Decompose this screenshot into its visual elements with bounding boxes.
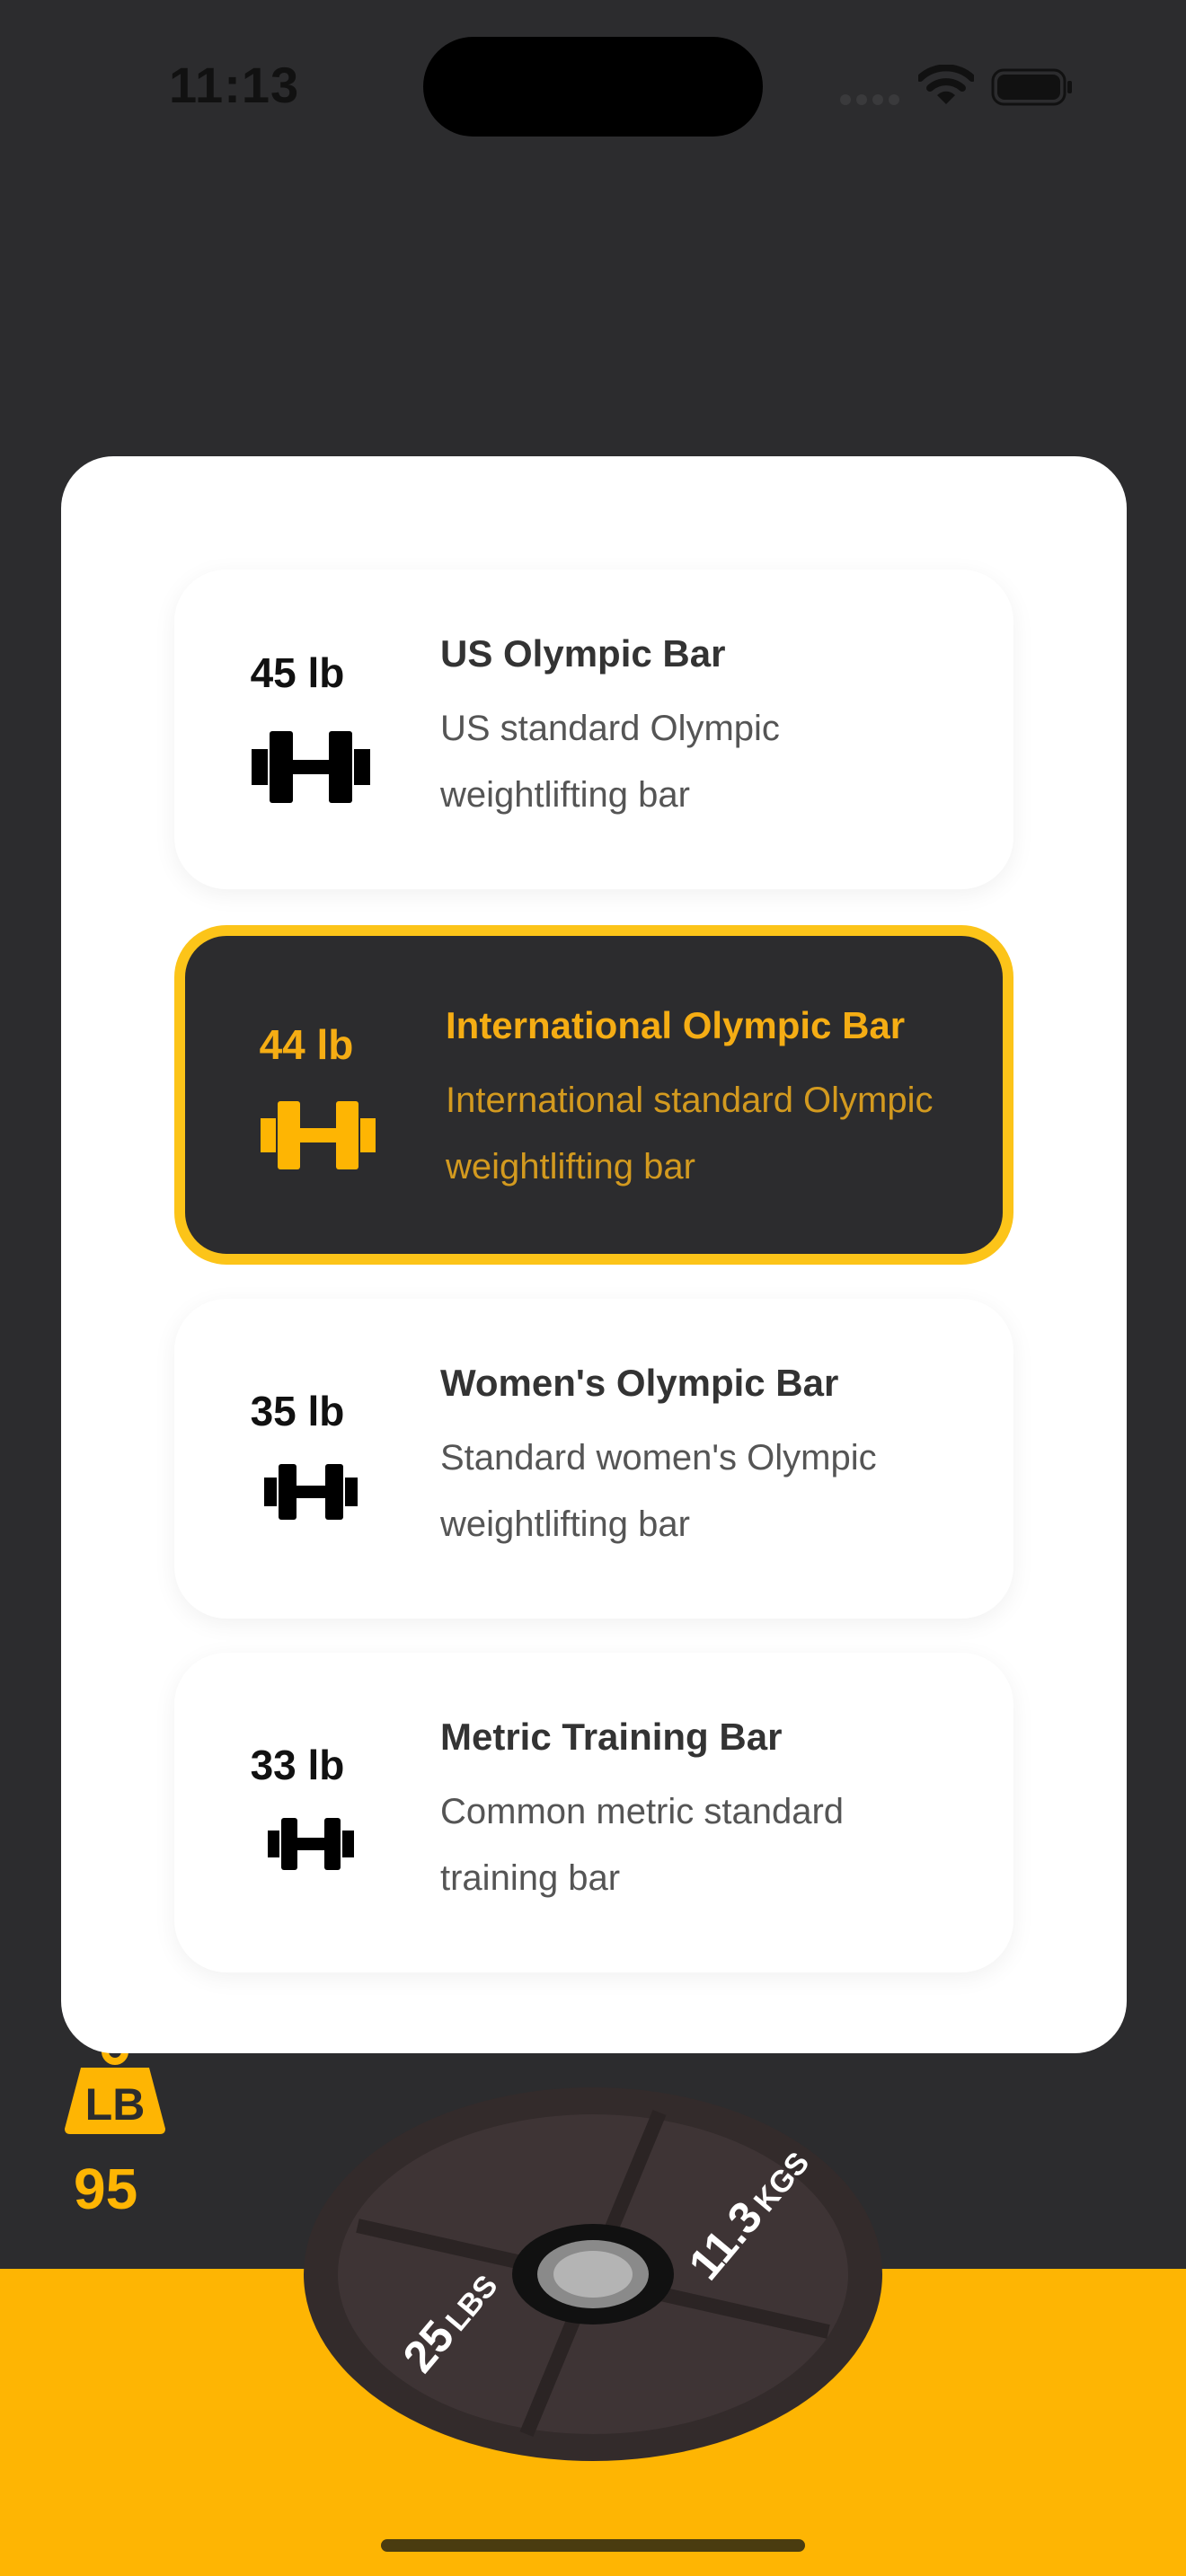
bar-weight: 33 lb [250, 1742, 345, 1788]
bar-title: International Olympic Bar [446, 1004, 906, 1046]
barbell-icon [252, 731, 370, 803]
total-weight-value: 95 [74, 2157, 138, 2221]
bar-description: US standard Olympic weightlifting bar [440, 709, 780, 815]
bar-option-metric-training[interactable]: 33 lb Metric Training Bar Common metric … [174, 1653, 1013, 1972]
bar-description: International standard Olympic weightlif… [446, 1081, 934, 1187]
barbell-icon [261, 1101, 376, 1169]
kettlebell-weight-icon: LB [65, 2039, 165, 2134]
status-time: 11:13 [169, 57, 300, 113]
home-indicator[interactable] [381, 2539, 805, 2552]
unit-label: LB [85, 2079, 146, 2130]
bar-option-womens-olympic[interactable]: 35 lb Women's Olympic Bar Standard women… [174, 1299, 1013, 1619]
weight-plate-graphic [304, 2087, 882, 2461]
battery-icon [991, 68, 1072, 106]
bar-option-us-olympic[interactable]: 45 lb US Olympic Bar US standard Olympic… [174, 569, 1013, 889]
status-bar: 11:13 [0, 0, 1186, 171]
weight-plate[interactable]: 25LBS 11.3KGS [302, 2084, 884, 2466]
cellular-signal-icon [840, 93, 905, 110]
bar-title: Metric Training Bar [440, 1716, 783, 1758]
bar-title: US Olympic Bar [440, 632, 726, 675]
bar-selection-sheet: 45 lb US Olympic Bar US standard Olympic… [61, 456, 1127, 2053]
bar-description: Common metric standard training bar [440, 1792, 845, 1898]
bar-title: Women's Olympic Bar [440, 1362, 839, 1404]
dynamic-island [423, 37, 763, 137]
barbell-icon [264, 1464, 358, 1520]
bar-weight: 35 lb [250, 1388, 345, 1434]
wifi-icon [918, 65, 974, 104]
bar-weight: 45 lb [250, 649, 345, 696]
bar-option-international-olympic[interactable]: 44 lb International Olympic Bar Internat… [174, 925, 1013, 1265]
bar-weight: 44 lb [259, 1021, 354, 1068]
bar-description: Standard women's Olympic weightlifting b… [440, 1438, 877, 1544]
barbell-icon [268, 1818, 354, 1870]
